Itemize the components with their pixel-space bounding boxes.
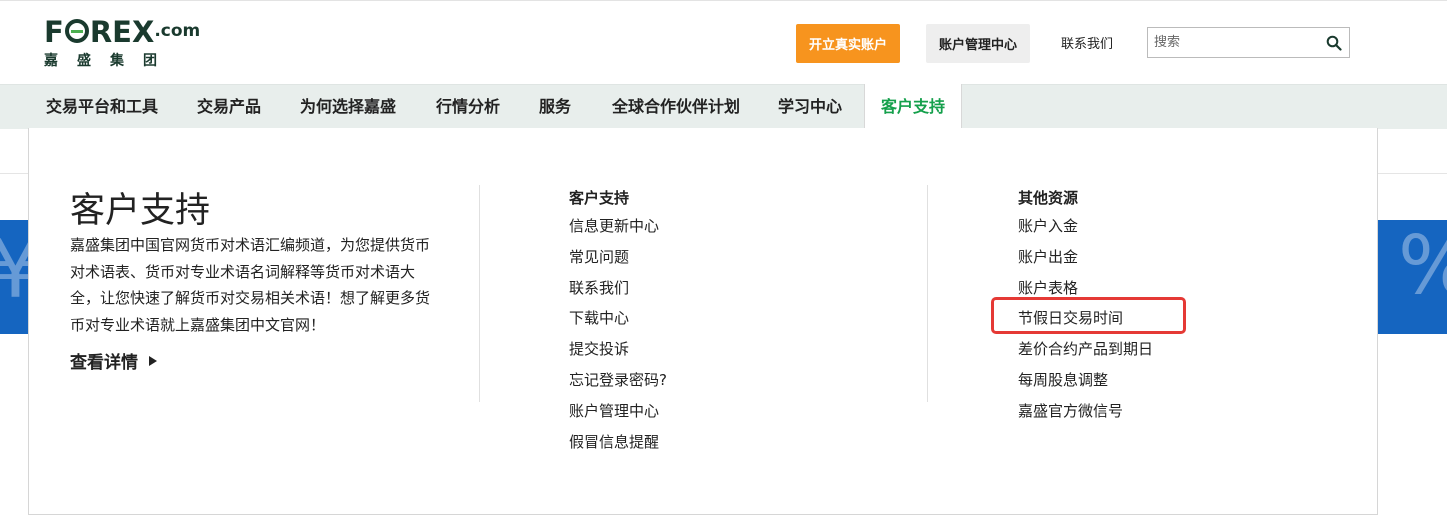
- link-weekly-dividend-adjustments[interactable]: 每周股息调整: [1018, 370, 1153, 401]
- logo-o-icon: [64, 19, 89, 43]
- nav-item-products[interactable]: 交易产品: [197, 85, 261, 129]
- column-heading: 客户支持: [569, 189, 630, 207]
- link-contact-us[interactable]: 联系我们: [569, 278, 667, 309]
- support-links-column: 客户支持 信息更新中心 常见问题 联系我们 下载中心 提交投诉 忘记登录密码? …: [569, 188, 667, 462]
- open-live-account-button[interactable]: 开立真实账户: [796, 24, 900, 63]
- link-list: 信息更新中心 常见问题 联系我们 下载中心 提交投诉 忘记登录密码? 账户管理中…: [569, 216, 667, 462]
- forex-logo[interactable]: F REX.com 嘉盛集团: [44, 15, 214, 71]
- link-account-center[interactable]: 账户管理中心: [569, 401, 667, 432]
- logo-letter-f: F: [44, 15, 64, 49]
- logo-chinese-name: 嘉盛集团: [44, 53, 176, 69]
- view-details-link[interactable]: 查看详情: [70, 348, 157, 373]
- main-nav: 交易平台和工具 交易产品 为何选择嘉盛 行情分析 服务 全球合作伙伴计划 学习中…: [0, 84, 1447, 130]
- link-deposit[interactable]: 账户入金: [1018, 216, 1153, 247]
- nav-item-learning[interactable]: 学习中心: [778, 85, 842, 129]
- column-heading: 其他资源: [1018, 189, 1079, 207]
- link-update-center[interactable]: 信息更新中心: [569, 216, 667, 247]
- triangle-right-icon: [149, 355, 157, 366]
- link-official-wechat[interactable]: 嘉盛官方微信号: [1018, 401, 1153, 432]
- highlight-box: [991, 297, 1186, 334]
- logo-letters-rex: REX: [89, 15, 155, 49]
- link-submit-complaint[interactable]: 提交投诉: [569, 339, 667, 370]
- menu-title: 客户支持: [70, 191, 211, 231]
- column-divider: [479, 185, 480, 402]
- logo-suffix: .com: [154, 21, 201, 41]
- link-cfd-expiry-dates[interactable]: 差价合约产品到期日: [1018, 339, 1153, 370]
- link-withdrawal[interactable]: 账户出金: [1018, 247, 1153, 278]
- view-details-label: 查看详情: [70, 353, 138, 373]
- account-center-button[interactable]: 账户管理中心: [926, 24, 1030, 63]
- column-divider: [927, 185, 928, 402]
- nav-item-analysis[interactable]: 行情分析: [436, 85, 500, 129]
- banner-decoration: %: [1398, 226, 1447, 306]
- banner-right-edge: %: [1378, 220, 1447, 334]
- banner-left-edge: ¥: [0, 220, 30, 334]
- nav-item-services[interactable]: 服务: [539, 85, 571, 129]
- nav-item-support[interactable]: 客户支持: [864, 84, 963, 130]
- nav-item-why-us[interactable]: 为何选择嘉盛: [300, 85, 396, 129]
- support-mega-menu: 客户支持 嘉盛集团中国官网货币对术语汇编频道，为您提供货币对术语表、货币对专业术…: [28, 128, 1378, 515]
- banner-decoration: ¥: [0, 223, 30, 316]
- link-forgot-password[interactable]: 忘记登录密码?: [569, 370, 667, 401]
- link-download-center[interactable]: 下载中心: [569, 308, 667, 339]
- contact-us-link[interactable]: 联系我们: [1061, 33, 1113, 52]
- link-faq[interactable]: 常见问题: [569, 247, 667, 278]
- logo-wordmark: F REX.com: [44, 15, 214, 48]
- link-fraud-alert[interactable]: 假冒信息提醒: [569, 432, 667, 463]
- search-box: [1147, 27, 1350, 58]
- site-header: F REX.com 嘉盛集团 开立真实账户 账户管理中心 联系我们: [0, 0, 1447, 84]
- search-icon[interactable]: [1326, 35, 1342, 51]
- menu-description: 嘉盛集团中国官网货币对术语汇编频道，为您提供货币对术语表、货币对专业术语名词解释…: [70, 236, 431, 334]
- nav-item-partners[interactable]: 全球合作伙伴计划: [612, 85, 740, 129]
- nav-item-platforms[interactable]: 交易平台和工具: [46, 85, 158, 129]
- search-input[interactable]: [1154, 32, 1319, 53]
